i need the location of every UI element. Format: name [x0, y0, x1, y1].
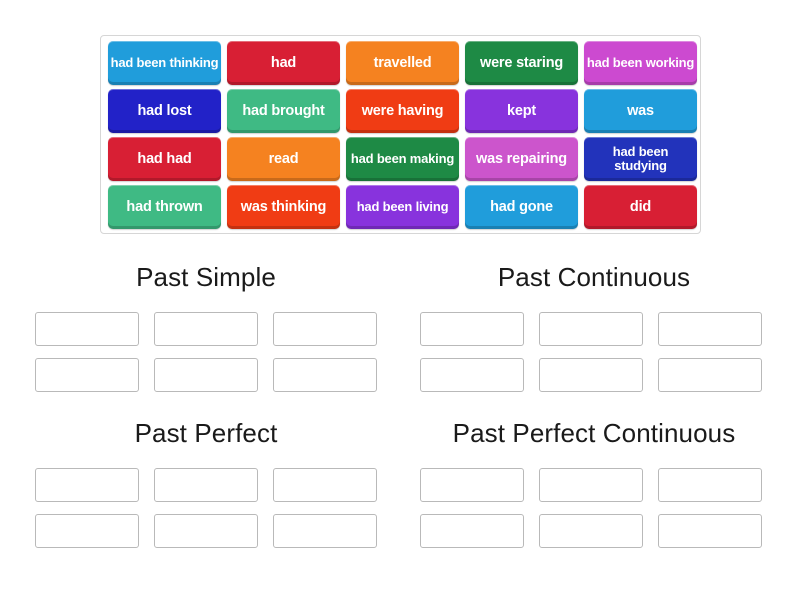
word-tile[interactable]: had thrown: [108, 185, 221, 229]
drop-zone-grid-past-continuous: [420, 312, 762, 392]
word-tile[interactable]: had been working: [584, 41, 697, 85]
drop-zone[interactable]: [420, 312, 524, 346]
category-title-past-perfect-continuous: Past Perfect Continuous: [452, 418, 736, 448]
drop-zone[interactable]: [154, 358, 258, 392]
word-tile[interactable]: had been living: [346, 185, 459, 229]
word-tile[interactable]: were staring: [465, 41, 578, 85]
drop-zone[interactable]: [35, 358, 139, 392]
drop-zone[interactable]: [154, 468, 258, 502]
drop-zone[interactable]: [539, 358, 643, 392]
drop-zone[interactable]: [154, 312, 258, 346]
word-bank-row: had lost had brought were having kept was: [105, 89, 697, 135]
drop-zone[interactable]: [420, 358, 524, 392]
drop-zone[interactable]: [273, 468, 377, 502]
category-title-past-simple: Past Simple: [136, 262, 276, 292]
drop-zone[interactable]: [35, 468, 139, 502]
drop-zone[interactable]: [539, 312, 643, 346]
word-bank-row: had thrown was thinking had been living had…: [105, 185, 697, 231]
category-title-past-continuous: Past Continuous: [497, 262, 691, 292]
word-tile[interactable]: had been studying: [584, 137, 697, 181]
word-tile[interactable]: had had: [108, 137, 221, 181]
drop-zone[interactable]: [658, 312, 762, 346]
word-tile[interactable]: was: [584, 89, 697, 133]
word-tile[interactable]: had brought: [227, 89, 340, 133]
word-tile[interactable]: had gone: [465, 185, 578, 229]
word-bank-row: had had read had been making was repairing h…: [105, 137, 697, 183]
word-tile[interactable]: travelled: [346, 41, 459, 85]
word-tile[interactable]: had been thinking: [108, 41, 221, 85]
drop-zone-grid-past-perfect-continuous: [420, 468, 762, 548]
word-tile[interactable]: read: [227, 137, 340, 181]
category-title-past-perfect: Past Perfect: [134, 418, 278, 448]
drop-zone[interactable]: [658, 358, 762, 392]
word-tile[interactable]: was thinking: [227, 185, 340, 229]
drop-zone[interactable]: [658, 468, 762, 502]
drop-zone[interactable]: [420, 468, 524, 502]
drop-zone[interactable]: [273, 514, 377, 548]
word-tile[interactable]: did: [584, 185, 697, 229]
drop-zone-grid-past-perfect: [35, 468, 377, 548]
drop-zone[interactable]: [273, 358, 377, 392]
word-tile[interactable]: had: [227, 41, 340, 85]
drop-zone[interactable]: [154, 514, 258, 548]
word-tile[interactable]: had lost: [108, 89, 221, 133]
drop-zone[interactable]: [273, 312, 377, 346]
drop-zone[interactable]: [35, 514, 139, 548]
word-tile[interactable]: kept: [465, 89, 578, 133]
word-tile[interactable]: was repairing: [465, 137, 578, 181]
drop-zone[interactable]: [35, 312, 139, 346]
drop-zone[interactable]: [658, 514, 762, 548]
word-tile[interactable]: were having: [346, 89, 459, 133]
drop-zone[interactable]: [420, 514, 524, 548]
word-tile[interactable]: had been making: [346, 137, 459, 181]
drop-zone[interactable]: [539, 468, 643, 502]
word-bank-row: had been thinking had travelled were starin…: [105, 41, 697, 87]
drop-zone-grid-past-simple: [35, 312, 377, 392]
drop-zone[interactable]: [539, 514, 643, 548]
word-bank-container: had been thinking had travelled were starin…: [100, 35, 701, 234]
